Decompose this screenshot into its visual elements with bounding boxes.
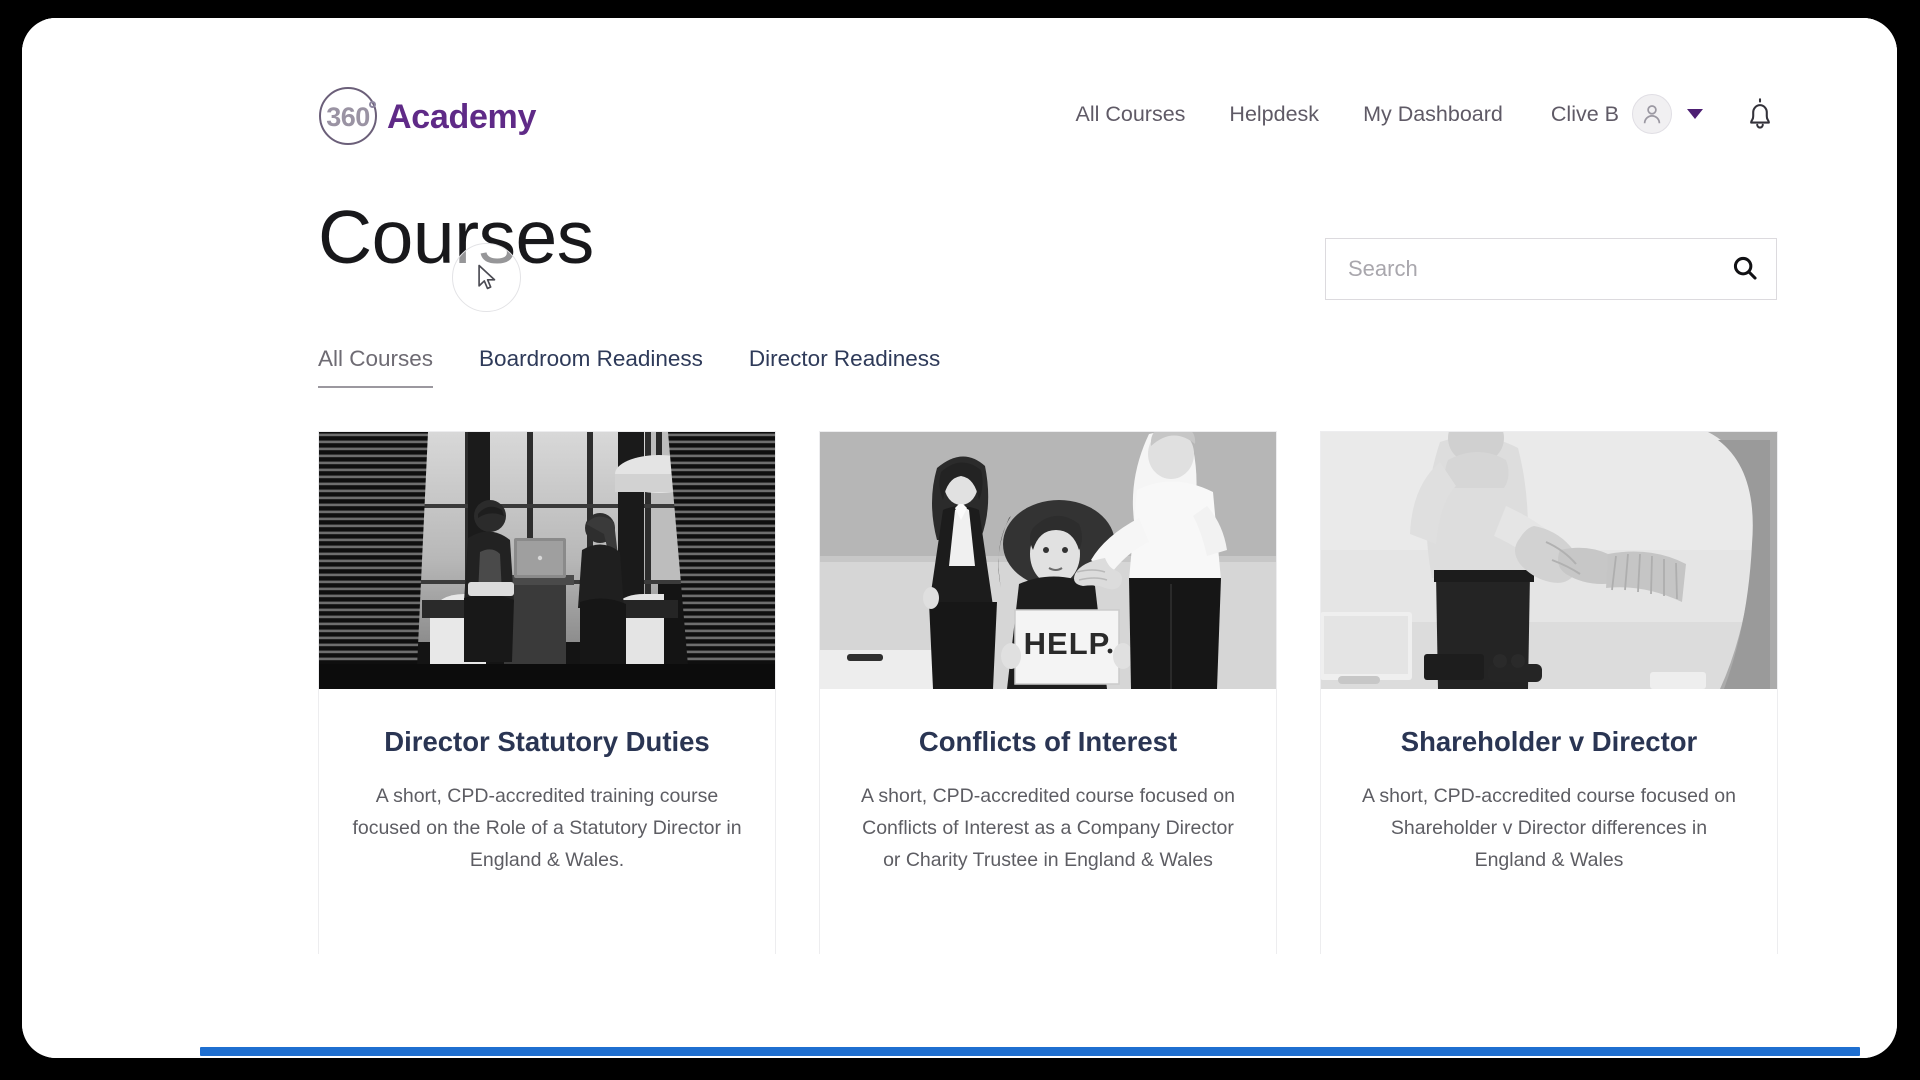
logo-number: 360 xyxy=(326,101,370,132)
course-card[interactable]: HELP Conflicts of Interest A short, CPD-… xyxy=(819,431,1277,954)
bottom-accent-bar xyxy=(200,1047,1860,1056)
nav-item-helpdesk[interactable]: Helpdesk xyxy=(1207,96,1341,133)
tab-director-readiness[interactable]: Director Readiness xyxy=(749,346,940,388)
main-navigation: All Courses Helpdesk My Dashboard Clive … xyxy=(1053,94,1777,134)
course-card-title: Shareholder v Director xyxy=(1400,726,1698,757)
brand-name: Academy xyxy=(387,97,537,136)
search-input[interactable] xyxy=(1326,239,1714,299)
svg-text:HELP: HELP xyxy=(1024,626,1111,661)
screen-frame: 360 Academy All Courses Helpdesk My Dash… xyxy=(0,0,1920,1080)
course-card-body: Director Statutory Duties A short, CPD-a… xyxy=(319,689,775,954)
logo-degree-icon xyxy=(369,101,376,108)
course-card-body: Conflicts of Interest A short, CPD-accre… xyxy=(820,689,1276,954)
user-name: Clive B xyxy=(1550,101,1619,126)
course-grid: Director Statutory Duties A short, CPD-a… xyxy=(318,431,1778,954)
brand-logo[interactable]: 360 Academy xyxy=(317,86,536,148)
course-card-title: Director Statutory Duties xyxy=(384,726,710,757)
browser-window: 360 Academy All Courses Helpdesk My Dash… xyxy=(22,18,1897,1058)
nav-item-my-dashboard[interactable]: My Dashboard xyxy=(1341,96,1525,133)
course-filter-tabs: All Courses Boardroom Readiness Director… xyxy=(318,346,986,388)
mouse-pointer-icon xyxy=(477,264,499,297)
course-card-description: A short, CPD-accredited course focused o… xyxy=(861,785,1235,872)
course-card-description: A short, CPD-accredited course focused o… xyxy=(1362,785,1736,872)
course-card-description: A short, CPD-accredited training course … xyxy=(352,785,742,872)
chevron-down-icon[interactable] xyxy=(1687,109,1703,119)
user-menu[interactable]: Clive B xyxy=(1551,94,1703,134)
course-card[interactable]: Shareholder v Director A short, CPD-accr… xyxy=(1320,431,1778,954)
page-surface: 360 Academy All Courses Helpdesk My Dash… xyxy=(22,18,1897,1058)
tab-boardroom-readiness[interactable]: Boardroom Readiness xyxy=(479,346,703,388)
logo-360-circle-icon: 360 xyxy=(317,85,381,149)
user-avatar-icon xyxy=(1632,94,1672,134)
site-header: 360 Academy All Courses Helpdesk My Dash… xyxy=(22,18,1897,168)
course-card[interactable]: Director Statutory Duties A short, CPD-a… xyxy=(318,431,776,954)
course-card-image xyxy=(319,432,775,689)
course-card-image xyxy=(1321,432,1777,689)
page-content: Courses Search All Courses Boardroom Rea… xyxy=(22,168,1897,954)
search-icon xyxy=(1731,254,1759,285)
search-submit-button[interactable] xyxy=(1714,239,1776,299)
title-row: Courses xyxy=(22,168,1897,338)
nav-item-all-courses[interactable]: All Courses xyxy=(1053,96,1207,133)
course-card-image: HELP xyxy=(820,432,1276,689)
notifications-bell-icon[interactable] xyxy=(1743,96,1777,132)
course-card-body: Shareholder v Director A short, CPD-accr… xyxy=(1321,689,1777,954)
course-card-title: Conflicts of Interest xyxy=(918,726,1178,757)
search-box[interactable] xyxy=(1325,238,1777,300)
tab-all-courses[interactable]: All Courses xyxy=(318,346,434,388)
